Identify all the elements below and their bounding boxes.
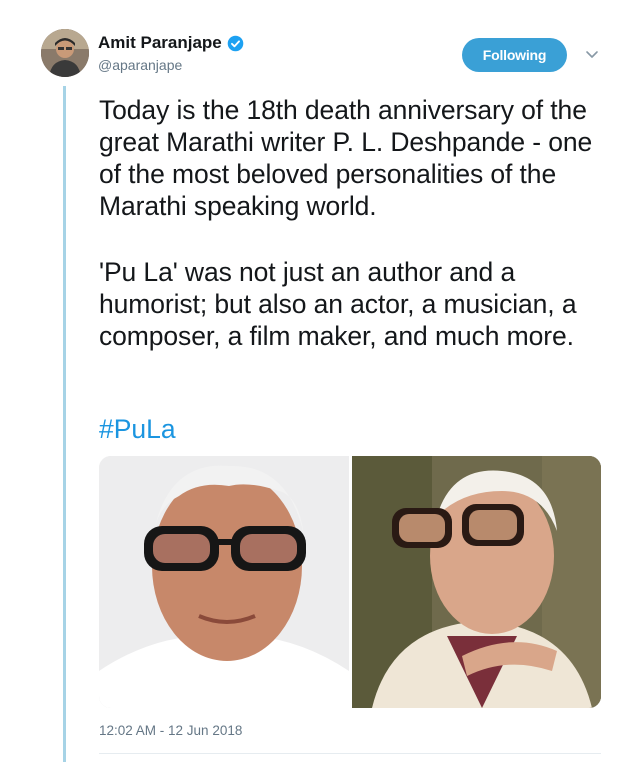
photo-right[interactable] [352,456,601,708]
chevron-down-icon[interactable] [584,46,600,62]
author-handle[interactable]: @aparanjape [98,57,182,73]
tweet-text-paragraph-2: 'Pu La' was not just an author and a hum… [99,257,577,351]
following-button[interactable]: Following [462,38,567,72]
tweet-text-paragraph-1: Today is the 18th death anniversary of t… [99,95,593,221]
photo-grid [99,456,601,708]
hashtag-link[interactable]: #PuLa [99,414,176,445]
author-name-row[interactable]: Amit Paranjape [98,33,244,53]
avatar[interactable] [41,29,89,77]
photo-left[interactable] [99,456,349,708]
timestamp[interactable]: 12:02 AM - 12 Jun 2018 [99,723,242,738]
tweet-card: Amit Paranjape @aparanjape Following Tod… [0,0,642,762]
verified-badge-icon [227,35,244,51]
divider [99,753,601,754]
thread-line [63,86,66,762]
author-name[interactable]: Amit Paranjape [98,33,222,53]
